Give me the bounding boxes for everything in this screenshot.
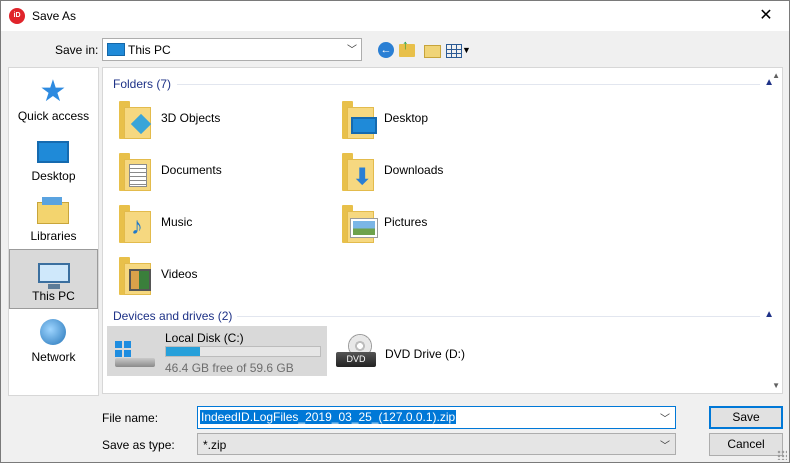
save-as-type-value: *.zip	[203, 438, 227, 452]
places-bar: ★ Quick access Desktop Libraries This PC…	[8, 67, 99, 396]
save-as-type-label: Save as type:	[102, 438, 175, 452]
folder-item-desktop[interactable]: Desktop	[339, 97, 539, 145]
hard-drive-icon	[115, 341, 155, 367]
nav-item-libraries[interactable]: Libraries	[9, 188, 98, 248]
folder-name: 3D Objects	[161, 111, 221, 125]
dvd-drive-icon[interactable]: DVD	[336, 334, 376, 370]
this-pc-icon	[107, 43, 125, 56]
drive-free-space: 46.4 GB free of 59.6 GB	[165, 361, 294, 375]
cancel-button[interactable]: Cancel	[709, 433, 783, 456]
folder-icon	[119, 101, 152, 139]
folder-name: Desktop	[384, 111, 429, 125]
nav-item-desktop[interactable]: Desktop	[9, 128, 98, 188]
up-one-level-button[interactable]	[399, 37, 419, 60]
back-button[interactable]: ←	[376, 40, 396, 60]
window-title: Save As	[32, 9, 77, 23]
folder-name: Pictures	[384, 215, 428, 229]
file-name-label: File name:	[102, 411, 159, 425]
app-icon: iD	[9, 8, 25, 24]
title-bar[interactable]: iD Save As ✕	[1, 1, 789, 31]
collapse-drives-icon[interactable]: ▲	[764, 309, 774, 320]
folder-name: Downloads	[384, 163, 444, 177]
scroll-down-arrow-icon[interactable]: ▼	[772, 381, 780, 390]
folder-name: Documents	[161, 163, 222, 177]
resize-grip-icon[interactable]	[777, 450, 787, 460]
close-button[interactable]: ✕	[743, 1, 789, 31]
folder-icon	[342, 101, 377, 139]
computer-icon	[38, 263, 70, 289]
star-icon: ★	[39, 75, 67, 108]
folder-item-documents[interactable]: Documents	[116, 149, 316, 197]
nav-item-label: Libraries	[30, 229, 77, 243]
save-in-value: This PC	[128, 43, 171, 57]
folder-item-music[interactable]: ♪ Music	[116, 201, 316, 249]
download-arrow-icon: ⬇	[353, 164, 372, 189]
save-button[interactable]: Save	[709, 406, 783, 429]
file-list-pane[interactable]: ▲ Folders (7) ▲ 3D Objects Desktop Docum…	[102, 67, 783, 394]
drive-name[interactable]: DVD Drive (D:)	[385, 347, 465, 361]
view-grid-icon	[446, 44, 462, 58]
save-as-dialog: iD Save As ✕ Save in: This PC ﹀ ← ▼ ★ Qu…	[0, 0, 790, 463]
nav-item-network[interactable]: Network	[9, 309, 98, 369]
folders-group-header[interactable]: Folders (7)	[113, 77, 171, 91]
nav-item-label: Network	[31, 350, 76, 364]
file-name-value[interactable]: IndeedID.LogFiles_2019_03_25_(127.0.0.1)…	[200, 410, 457, 424]
folder-item-videos[interactable]: Videos	[116, 253, 316, 301]
folder-item-downloads[interactable]: ⬇ Downloads	[339, 149, 539, 197]
up-folder-icon	[399, 37, 415, 57]
folder-name: Music	[161, 215, 193, 229]
folder-icon: ♪	[119, 205, 151, 243]
nav-item-label: Quick access	[17, 109, 90, 123]
view-menu-button[interactable]: ▼	[446, 40, 472, 60]
drive-name: Local Disk (C:)	[165, 331, 244, 345]
folder-icon	[342, 205, 377, 243]
save-in-dropdown[interactable]: This PC ﹀	[102, 38, 362, 61]
file-name-input[interactable]: IndeedID.LogFiles_2019_03_25_(127.0.0.1)…	[197, 406, 676, 429]
nav-item-label: This PC	[32, 289, 75, 303]
film-strip-icon	[129, 269, 151, 291]
chevron-down-icon: ﹀	[347, 45, 357, 56]
folder-item-pictures[interactable]: Pictures	[339, 201, 539, 249]
drives-group-header[interactable]: Devices and drives (2)	[113, 309, 232, 323]
folder-icon	[119, 153, 151, 191]
windows-logo-icon	[115, 341, 131, 357]
drive-item-local-disk[interactable]: Local Disk (C:) 46.4 GB free of 59.6 GB	[107, 326, 327, 376]
collapse-folders-icon[interactable]: ▲	[764, 77, 774, 88]
folder-item-3d-objects[interactable]: 3D Objects	[116, 97, 316, 145]
chevron-down-icon[interactable]: ﹀	[660, 410, 670, 425]
libraries-icon	[37, 197, 69, 224]
group-divider	[237, 316, 760, 317]
dropdown-arrow-icon: ▼	[462, 45, 471, 55]
nav-item-this-pc[interactable]: This PC	[9, 249, 98, 309]
save-as-type-dropdown[interactable]: *.zip ﹀	[197, 433, 676, 455]
music-note-icon: ♪	[131, 213, 143, 240]
drive-usage-fill	[166, 347, 200, 356]
nav-item-quick-access[interactable]: ★ Quick access	[9, 68, 98, 128]
drive-usage-bar	[165, 346, 321, 357]
document-icon	[129, 164, 147, 187]
folder-icon	[119, 257, 151, 295]
save-in-label: Save in:	[55, 43, 99, 57]
nav-item-label: Desktop	[31, 169, 76, 183]
chevron-down-icon: ﹀	[660, 441, 670, 452]
network-globe-icon	[40, 319, 66, 345]
group-divider	[177, 84, 760, 85]
new-folder-button[interactable]	[422, 40, 442, 60]
folder-name: Videos	[161, 267, 198, 281]
picture-icon	[351, 219, 377, 237]
dvd-badge: DVD	[336, 352, 376, 367]
desktop-icon	[351, 117, 377, 134]
folder-icon: ⬇	[342, 153, 374, 191]
back-arrow-icon: ←	[378, 42, 394, 58]
new-folder-icon	[424, 45, 441, 58]
desktop-icon	[37, 141, 69, 163]
